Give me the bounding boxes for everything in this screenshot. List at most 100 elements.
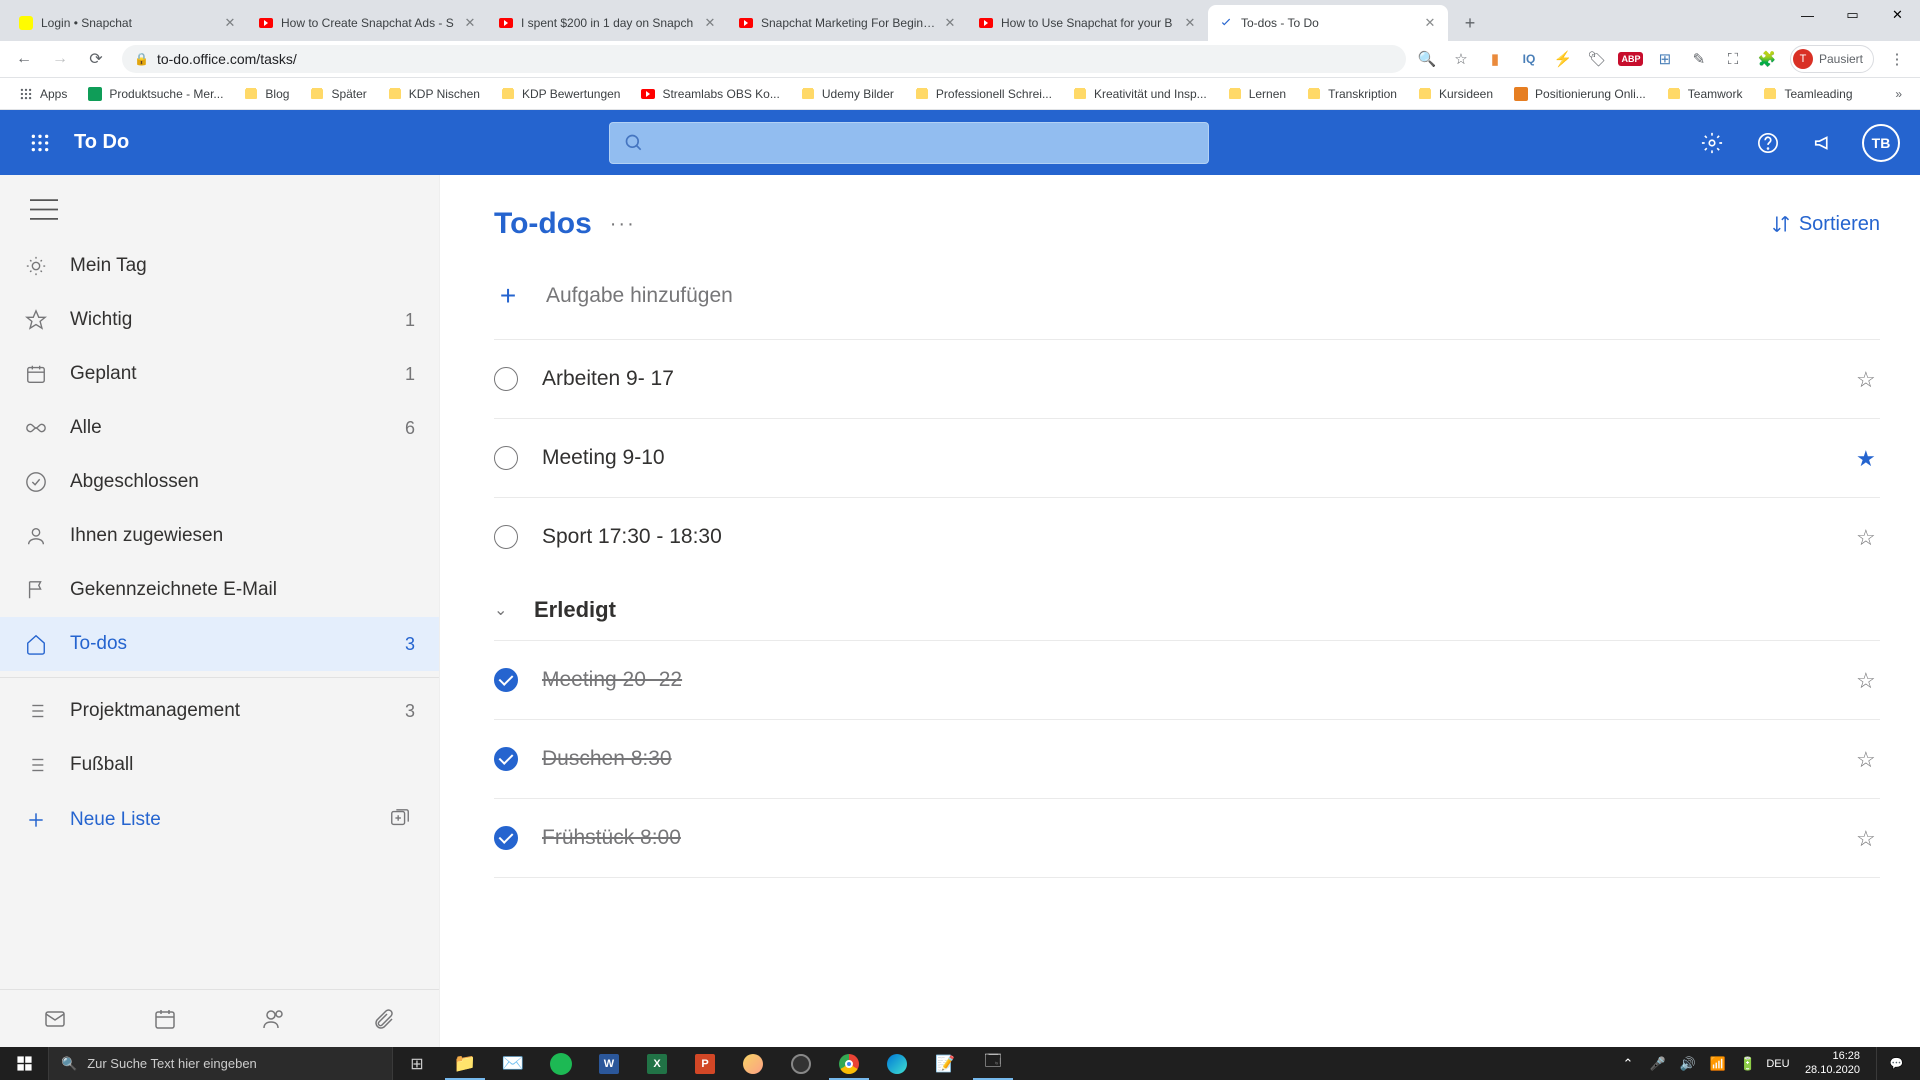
- bookmark-item[interactable]: KDP Bewertungen: [492, 82, 629, 106]
- megaphone-icon[interactable]: [1800, 119, 1848, 167]
- word-icon[interactable]: W: [585, 1047, 633, 1080]
- sidebar-custom-list[interactable]: Projektmanagement3: [0, 684, 439, 738]
- tray-lang[interactable]: DEU: [1767, 1058, 1789, 1070]
- star-icon[interactable]: ☆: [1856, 367, 1880, 391]
- zoom-icon[interactable]: 🔍: [1416, 48, 1438, 70]
- sidebar-item-star[interactable]: Wichtig1: [0, 293, 439, 347]
- task-row[interactable]: Duschen 8:30☆: [494, 720, 1880, 798]
- task-checkbox[interactable]: [494, 747, 518, 771]
- chrome-menu-icon[interactable]: ⋮: [1886, 48, 1908, 70]
- browser-tab[interactable]: Login • Snapchat✕: [8, 5, 248, 41]
- task-checkbox[interactable]: [494, 446, 518, 470]
- people-icon[interactable]: [250, 995, 298, 1043]
- settings-icon[interactable]: [1688, 119, 1736, 167]
- bookmark-item[interactable]: Blog: [235, 82, 297, 106]
- calendar-icon[interactable]: [141, 995, 189, 1043]
- spotify-icon[interactable]: [537, 1047, 585, 1080]
- app-icon-1[interactable]: [729, 1047, 777, 1080]
- task-row[interactable]: Frühstück 8:00☆: [494, 799, 1880, 877]
- tray-volume-icon[interactable]: 🔊: [1677, 1056, 1699, 1072]
- bookmark-item[interactable]: Professionell Schrei...: [906, 82, 1060, 106]
- ext-icon-8[interactable]: ⛶: [1722, 48, 1744, 70]
- task-checkbox[interactable]: [494, 525, 518, 549]
- tab-close-icon[interactable]: ✕: [462, 15, 478, 31]
- ext-icon-6[interactable]: ⊞: [1654, 48, 1676, 70]
- bookmarks-overflow-icon[interactable]: »: [1887, 87, 1910, 101]
- task-checkbox[interactable]: [494, 367, 518, 391]
- app-icon-3[interactable]: 🗔: [969, 1047, 1017, 1080]
- bookmark-item[interactable]: Teamwork: [1658, 82, 1751, 106]
- sort-button[interactable]: Sortieren: [1771, 213, 1880, 236]
- ext-icon-3[interactable]: ⚡: [1552, 48, 1574, 70]
- completed-section-header[interactable]: ⌄ Erledigt: [494, 580, 1880, 640]
- app-launcher-icon[interactable]: [20, 123, 60, 163]
- minimize-button[interactable]: —: [1785, 0, 1830, 30]
- tray-wifi-icon[interactable]: 📶: [1707, 1056, 1729, 1072]
- back-button[interactable]: ←: [8, 43, 40, 75]
- tray-clock[interactable]: 16:28 28.10.2020: [1797, 1050, 1868, 1076]
- star-icon[interactable]: ★: [1856, 446, 1880, 470]
- mail-icon[interactable]: [31, 995, 79, 1043]
- bookmark-item[interactable]: Positionierung Onli...: [1505, 82, 1654, 106]
- bookmark-item[interactable]: Kursideen: [1409, 82, 1501, 106]
- browser-tab[interactable]: I spent $200 in 1 day on Snapch✕: [488, 5, 728, 41]
- chrome-icon[interactable]: [825, 1047, 873, 1080]
- star-icon[interactable]: ☆: [1856, 525, 1880, 549]
- bookmark-item[interactable]: Später: [301, 82, 374, 106]
- profile-chip[interactable]: T Pausiert: [1790, 45, 1874, 73]
- tab-close-icon[interactable]: ✕: [1422, 15, 1438, 31]
- star-icon[interactable]: ☆: [1856, 826, 1880, 850]
- bookmark-item[interactable]: Transkription: [1298, 82, 1405, 106]
- bookmark-star-icon[interactable]: ☆: [1450, 48, 1472, 70]
- browser-tab[interactable]: How to Create Snapchat Ads - S✕: [248, 5, 488, 41]
- tray-mic-icon[interactable]: 🎤: [1647, 1056, 1669, 1072]
- extensions-icon[interactable]: 🧩: [1756, 48, 1778, 70]
- bookmark-item[interactable]: Streamlabs OBS Ko...: [632, 82, 787, 106]
- sidebar-item-person[interactable]: Ihnen zugewiesen: [0, 509, 439, 563]
- sidebar-item-home[interactable]: To-dos3: [0, 617, 439, 671]
- task-checkbox[interactable]: [494, 668, 518, 692]
- mail-app-icon[interactable]: ✉️: [489, 1047, 537, 1080]
- sidebar-item-sun[interactable]: Mein Tag: [0, 239, 439, 293]
- new-tab-button[interactable]: +: [1456, 9, 1484, 37]
- tray-chevron-icon[interactable]: ⌃: [1617, 1056, 1639, 1072]
- bookmark-item[interactable]: Udemy Bilder: [792, 82, 902, 106]
- edge-icon[interactable]: [873, 1047, 921, 1080]
- tab-close-icon[interactable]: ✕: [702, 15, 718, 31]
- forward-button[interactable]: →: [44, 43, 76, 75]
- sidebar-item-infinity[interactable]: Alle6: [0, 401, 439, 455]
- star-icon[interactable]: ☆: [1856, 747, 1880, 771]
- bookmark-item[interactable]: Lernen: [1219, 82, 1294, 106]
- ext-icon-1[interactable]: ▮: [1484, 48, 1506, 70]
- close-window-button[interactable]: ✕: [1875, 0, 1920, 30]
- ext-icon-iq[interactable]: IQ: [1518, 48, 1540, 70]
- search-input[interactable]: [609, 122, 1209, 164]
- bookmark-item[interactable]: Apps: [10, 82, 75, 106]
- bookmark-item[interactable]: KDP Nischen: [379, 82, 488, 106]
- user-avatar[interactable]: TB: [1862, 124, 1900, 162]
- task-row[interactable]: Sport 17:30 - 18:30☆: [494, 498, 1880, 576]
- new-list-button[interactable]: Neue Liste: [0, 792, 439, 848]
- notification-center-icon[interactable]: 💬: [1876, 1047, 1916, 1080]
- excel-icon[interactable]: X: [633, 1047, 681, 1080]
- maximize-button[interactable]: ▭: [1830, 0, 1875, 30]
- taskview-icon[interactable]: ⊞: [393, 1047, 441, 1080]
- tray-battery-icon[interactable]: 🔋: [1737, 1056, 1759, 1072]
- bookmark-item[interactable]: Kreativität und Insp...: [1064, 82, 1215, 106]
- explorer-icon[interactable]: 📁: [441, 1047, 489, 1080]
- ext-icon-abp[interactable]: ABP: [1620, 48, 1642, 70]
- add-task-input[interactable]: + Aufgabe hinzufügen: [494, 267, 1880, 325]
- task-checkbox[interactable]: [494, 826, 518, 850]
- task-row[interactable]: Meeting 20- 22☆: [494, 641, 1880, 719]
- start-button[interactable]: [0, 1047, 48, 1080]
- reload-button[interactable]: ⟳: [80, 43, 112, 75]
- star-icon[interactable]: ☆: [1856, 668, 1880, 692]
- browser-tab[interactable]: How to Use Snapchat for your B✕: [968, 5, 1208, 41]
- help-icon[interactable]: [1744, 119, 1792, 167]
- app-icon-2[interactable]: 📝: [921, 1047, 969, 1080]
- hamburger-icon[interactable]: [30, 199, 58, 221]
- taskbar-search[interactable]: 🔍 Zur Suche Text hier eingeben: [48, 1047, 393, 1080]
- browser-tab[interactable]: To-dos - To Do✕: [1208, 5, 1448, 41]
- list-menu-icon[interactable]: ···: [610, 213, 636, 236]
- bookmark-item[interactable]: Teamleading: [1754, 82, 1860, 106]
